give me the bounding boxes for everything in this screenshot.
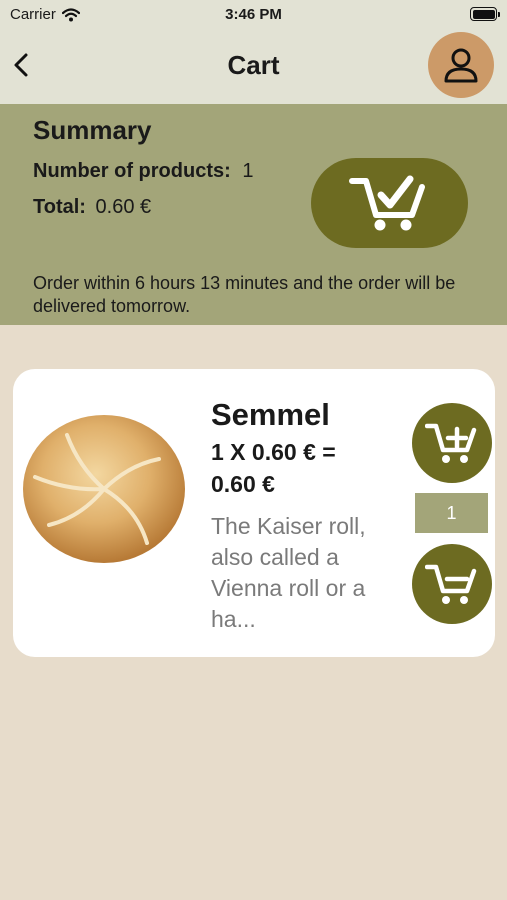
battery-icon: [470, 7, 500, 21]
cart-plus-icon: [425, 423, 477, 463]
cart-check-icon: [348, 175, 425, 231]
remove-from-cart-button[interactable]: [412, 544, 492, 624]
product-count-value: 1: [242, 160, 254, 182]
product-name: Semmel: [211, 397, 330, 432]
delivery-note: Order within 6 hours 13 minutes and the …: [33, 273, 456, 316]
product-count-label: Number of products:: [33, 160, 231, 182]
checkout-button[interactable]: [311, 158, 468, 248]
cart-minus-icon: [425, 564, 477, 604]
nav-bar: Cart: [0, 30, 507, 104]
profile-button[interactable]: [428, 32, 494, 98]
total-row: Total: 0.60 €: [33, 196, 151, 219]
quantity-field[interactable]: 1: [415, 493, 488, 533]
product-price: 1 X 0.60 € = 0.60 €: [211, 439, 336, 497]
status-bar: Carrier 3:46 PM: [0, 0, 507, 30]
total-value: 0.60 €: [95, 196, 152, 218]
product-description: The Kaiser roll, also called a Vienna ro…: [211, 513, 366, 632]
total-label: Total:: [33, 196, 86, 218]
cart-item-card: Semmel 1 X 0.60 € = 0.60 € The Kaiser ro…: [13, 369, 495, 657]
status-time: 3:46 PM: [225, 6, 282, 23]
product-image: [23, 415, 185, 563]
product-count-row: Number of products: 1: [33, 160, 253, 183]
add-to-cart-button[interactable]: [412, 403, 492, 483]
order-summary: Summary Number of products: 1 Total: 0.6…: [0, 104, 507, 325]
cart-screen: Carrier 3:46 PM Cart Summary Number of p…: [0, 0, 507, 900]
person-icon: [444, 48, 478, 83]
summary-title: Summary: [33, 115, 152, 145]
